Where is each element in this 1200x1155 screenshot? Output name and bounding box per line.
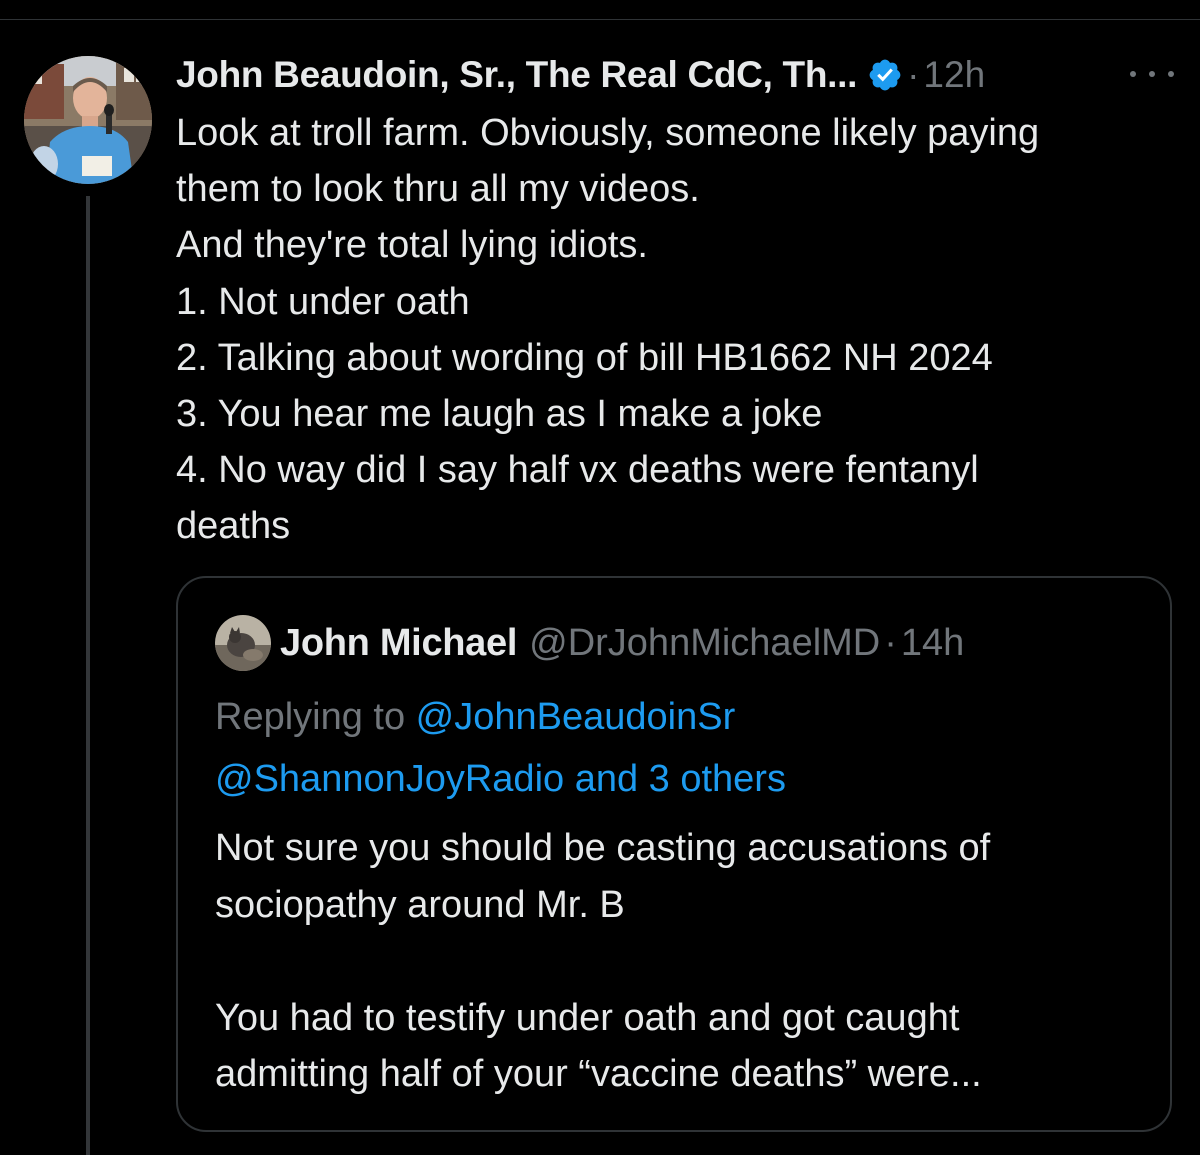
quoted-author-handle[interactable]: @DrJohnMichaelMD xyxy=(529,622,880,665)
quoted-author-name[interactable]: John Michael xyxy=(280,622,517,665)
tweet-text: Look at troll farm. Obviously, someone l… xyxy=(176,105,1186,555)
quoted-text-line: sociopathy around Mr. B xyxy=(215,883,625,926)
author-avatar[interactable] xyxy=(24,56,152,184)
thread-line xyxy=(86,196,90,1155)
tweet-text-line: deaths xyxy=(176,505,291,548)
author-avatar-image xyxy=(24,56,152,184)
tweet-text-line: 3. You hear me laugh as I make a joke xyxy=(176,393,823,436)
tweet-text-line: 1. Not under oath xyxy=(176,280,470,323)
tweet-text-line: 2. Talking about wording of bill HB1662 … xyxy=(176,336,993,379)
quoted-avatar-image xyxy=(215,615,271,671)
header-separator: · xyxy=(907,54,920,95)
reply-mention-link[interactable]: @JohnBeaudoinSr xyxy=(416,696,736,738)
top-divider xyxy=(0,19,1200,20)
replying-to-label: Replying to xyxy=(215,696,416,738)
replying-to: Replying to @JohnBeaudoinSr @ShannonJoyR… xyxy=(215,686,786,810)
quoted-text-blank-line xyxy=(215,933,1145,990)
quoted-text-line: Not sure you should be casting accusatio… xyxy=(215,827,991,869)
more-dot xyxy=(1149,71,1155,77)
tweet-text-line: 4. No way did I say half vx deaths were … xyxy=(176,449,979,492)
quoted-author-avatar[interactable] xyxy=(215,615,271,671)
quoted-tweet-time[interactable]: 14h xyxy=(901,622,964,665)
more-options-icon[interactable] xyxy=(1130,60,1174,88)
tweet-time[interactable]: 12h xyxy=(923,54,985,96)
verified-badge-icon[interactable] xyxy=(867,57,903,93)
tweet-text-line: them to look thru all my videos. xyxy=(176,168,700,211)
tweet-header: John Beaudoin, Sr., The Real CdC, Th... … xyxy=(176,52,1176,98)
author-name[interactable]: John Beaudoin, Sr., The Real CdC, Th... xyxy=(176,54,857,96)
quoted-text-line: You had to testify under oath and got ca… xyxy=(215,996,960,1039)
more-dot xyxy=(1168,71,1174,77)
more-dot xyxy=(1130,71,1136,77)
reply-mention-others-link[interactable]: @ShannonJoyRadio and 3 others xyxy=(215,758,786,800)
quoted-tweet-header: John Michael @DrJohnMichaelMD · 14h xyxy=(280,618,964,668)
quoted-header-separator: · xyxy=(884,621,897,664)
quoted-tweet-text: Not sure you should be casting accusatio… xyxy=(215,820,1145,1103)
tweet-text-line: And they're total lying idiots. xyxy=(176,224,648,267)
quoted-tweet-card[interactable]: John Michael @DrJohnMichaelMD · 14h Repl… xyxy=(176,576,1172,1132)
tweet-text-line: Look at troll farm. Obviously, someone l… xyxy=(176,112,1040,154)
quoted-text-line: admitting half of your “vaccine deaths” … xyxy=(215,1053,982,1095)
